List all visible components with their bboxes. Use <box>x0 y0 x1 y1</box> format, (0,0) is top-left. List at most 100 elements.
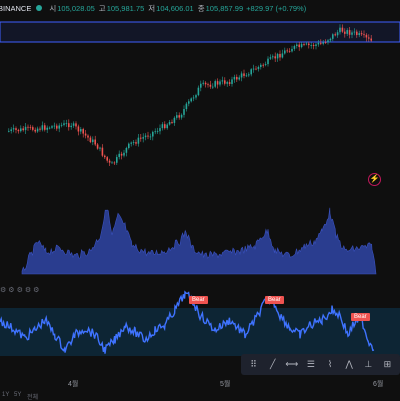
axis-label-apr: 4월 <box>68 381 79 388</box>
candle-body <box>212 86 214 88</box>
candle-body <box>370 38 372 41</box>
candle-body <box>176 115 178 118</box>
candle-body <box>264 64 267 65</box>
candle-body <box>346 30 348 34</box>
candle-body <box>44 125 46 130</box>
fib-icon[interactable]: ☰ <box>304 358 318 372</box>
candle-body <box>348 30 351 35</box>
candle-body <box>315 44 317 46</box>
candle-body <box>192 97 195 99</box>
candle-body <box>236 76 238 80</box>
candle-body <box>166 124 168 129</box>
candle-body <box>36 128 39 132</box>
candle-body <box>106 157 108 161</box>
candle-body <box>274 56 276 59</box>
candle-body <box>356 31 358 36</box>
brush-icon[interactable]: ⌇ <box>323 358 337 372</box>
candle-body <box>137 137 140 144</box>
candle-body <box>108 160 111 163</box>
candle-body <box>147 135 149 137</box>
axis-label-jun: 6월 <box>373 381 384 388</box>
candle-body <box>180 114 183 118</box>
candle-body <box>171 122 173 123</box>
candle-body <box>327 40 329 43</box>
ruler-icon[interactable]: ⊥ <box>361 358 375 372</box>
candle-body <box>298 44 300 48</box>
candle-body <box>216 81 219 85</box>
open-value: 105,028.05 <box>57 3 95 13</box>
candle-body <box>53 125 56 127</box>
candle-body <box>92 139 94 143</box>
trend-line-icon[interactable]: ╱ <box>266 358 280 372</box>
candle-body <box>286 50 288 52</box>
candle-body <box>368 37 370 39</box>
candle-body <box>197 87 200 96</box>
price-chart[interactable] <box>0 16 400 196</box>
candle-body <box>178 115 180 118</box>
candle-body <box>58 125 60 129</box>
candle-body <box>101 147 104 156</box>
candle-body <box>291 48 293 52</box>
candle-body <box>248 74 250 76</box>
candle-body <box>281 53 284 58</box>
volume-chart <box>21 207 377 275</box>
candle-body <box>99 147 101 149</box>
candle-body <box>113 162 116 164</box>
drawing-toolbar: ⠿ ╱ ⟷ ☰ ⌇ ⋀ ⊥ ⊞ <box>241 354 400 375</box>
candle-body <box>185 103 188 110</box>
candle-body <box>56 125 58 129</box>
candle-body <box>310 45 312 46</box>
low-value: 104,606.01 <box>156 3 194 13</box>
pattern-icon[interactable]: ⋀ <box>342 358 356 372</box>
axis-label-may: 5월 <box>220 381 231 388</box>
candle-body <box>10 129 12 131</box>
candle-body <box>156 131 159 133</box>
candle-body <box>190 98 192 102</box>
candle-body <box>224 80 226 84</box>
candle-body <box>140 137 142 139</box>
candle-body <box>226 82 228 84</box>
symbol-name[interactable]: BINANCE <box>0 4 31 13</box>
candle-body <box>111 162 113 164</box>
candle-body <box>164 124 166 129</box>
candle-body <box>284 50 286 54</box>
candle-body <box>116 157 118 163</box>
candle-body <box>27 126 29 128</box>
candle-body <box>17 129 20 132</box>
candle-body <box>228 82 231 84</box>
candle-body <box>308 43 310 46</box>
low-label: 저 <box>148 3 156 13</box>
alert-icon[interactable]: ⚡ <box>368 173 381 186</box>
close-value: 105,857.99 <box>205 3 244 13</box>
candle-body <box>123 152 125 156</box>
candle-body <box>288 50 291 52</box>
candle-body <box>312 45 315 46</box>
range-1y[interactable]: 1Y <box>2 392 9 398</box>
candle-body <box>77 126 80 132</box>
close-label: 종 <box>197 3 205 13</box>
grid-dots-icon[interactable]: ⠿ <box>247 358 261 372</box>
candle-body <box>324 42 327 44</box>
candle-body <box>207 84 209 86</box>
candle-body <box>154 131 156 133</box>
candle-body <box>144 135 147 138</box>
candle-body <box>269 57 272 59</box>
change-value: +829.97 (+0.79%) <box>246 3 307 13</box>
candle-body <box>214 81 216 87</box>
candle-body <box>334 34 336 36</box>
text-icon[interactable]: ⊞ <box>380 358 394 372</box>
candle-body <box>135 142 137 144</box>
candle-body <box>29 127 32 128</box>
range-5y[interactable]: 5Y <box>14 392 21 398</box>
candle-body <box>96 144 99 149</box>
candle-body <box>89 137 92 143</box>
candle-body <box>303 44 305 45</box>
candle-body <box>60 124 63 126</box>
candle-body <box>339 27 341 33</box>
volume-area <box>21 207 377 275</box>
candle-body <box>87 135 89 138</box>
horizontal-line-icon[interactable]: ⟷ <box>285 358 299 372</box>
candle-body <box>24 126 27 131</box>
candle-body <box>344 31 346 34</box>
candle-body <box>243 73 245 76</box>
